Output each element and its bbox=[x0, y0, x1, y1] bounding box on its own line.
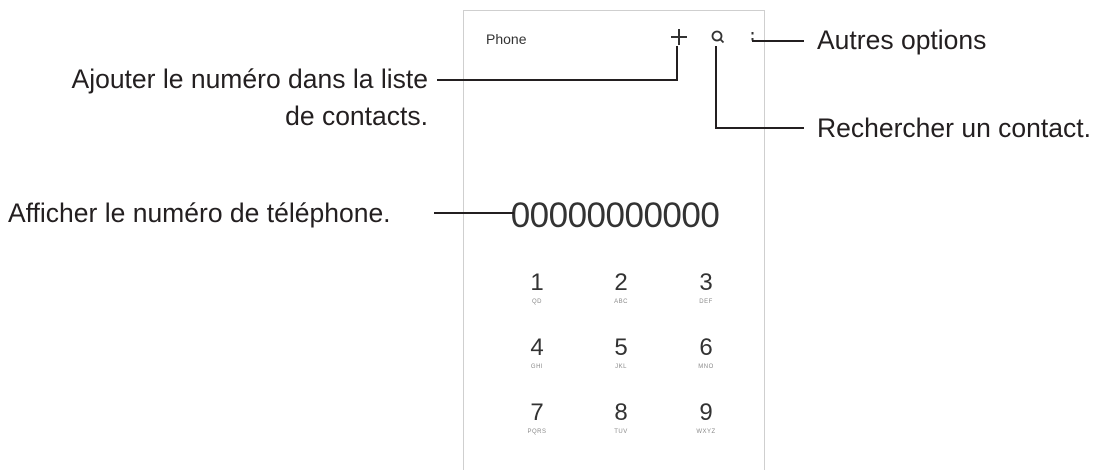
dial-key-5[interactable]: 5 JKL bbox=[591, 334, 651, 390]
key-digit: 9 bbox=[699, 399, 713, 426]
key-digit: 4 bbox=[530, 334, 544, 361]
add-contact-button[interactable] bbox=[667, 25, 691, 49]
key-letters: TUV bbox=[614, 429, 628, 435]
callout-line-show-number bbox=[434, 212, 514, 214]
phone-number-display: 00000000000 bbox=[510, 196, 720, 235]
callout-line-search-h bbox=[715, 127, 804, 129]
plus-icon bbox=[671, 29, 687, 45]
dial-key-2[interactable]: 2 ABC bbox=[591, 269, 651, 325]
dial-key-8[interactable]: 8 TUV bbox=[591, 399, 651, 455]
callout-line-add-contact-v bbox=[676, 46, 678, 81]
dial-key-3[interactable]: 3 DEF bbox=[676, 269, 736, 325]
key-digit: 2 bbox=[614, 269, 628, 296]
key-letters: MNO bbox=[698, 364, 714, 370]
callout-add-contact-line1: Ajouter le numéro dans la liste bbox=[71, 64, 428, 94]
key-letters: QD bbox=[532, 299, 542, 305]
key-letters: JKL bbox=[615, 364, 627, 370]
key-digit: 1 bbox=[530, 269, 544, 296]
callout-search-contact: Rechercher un contact. bbox=[817, 113, 1091, 143]
dial-key-9[interactable]: 9 WXYZ bbox=[676, 399, 736, 455]
more-vertical-icon bbox=[751, 32, 754, 41]
dial-key-1[interactable]: 1 QD bbox=[507, 269, 567, 325]
key-digit: 6 bbox=[699, 334, 713, 361]
key-digit: 8 bbox=[614, 399, 628, 426]
app-title: Phone bbox=[486, 31, 527, 47]
key-digit: 5 bbox=[614, 334, 628, 361]
callout-line-search-v bbox=[715, 46, 717, 129]
search-icon bbox=[711, 30, 725, 44]
key-digit: 3 bbox=[699, 269, 713, 296]
search-button[interactable] bbox=[706, 25, 730, 49]
dial-key-7[interactable]: 7 PQRS bbox=[507, 399, 567, 455]
callout-more-options: Autres options bbox=[817, 25, 987, 55]
key-letters: PQRS bbox=[527, 429, 547, 435]
callout-line-add-contact-h bbox=[437, 79, 678, 81]
key-letters: DEF bbox=[699, 299, 713, 305]
callout-add-contact-line2: de contacts. bbox=[285, 101, 428, 131]
more-options-button[interactable] bbox=[741, 25, 765, 49]
dial-key-6[interactable]: 6 MNO bbox=[676, 334, 736, 390]
dial-key-4[interactable]: 4 GHI bbox=[507, 334, 567, 390]
key-letters: ABC bbox=[614, 299, 628, 305]
key-letters: WXYZ bbox=[696, 429, 716, 435]
callout-show-number: Afficher le numéro de téléphone. bbox=[8, 198, 391, 228]
key-letters: GHI bbox=[530, 364, 544, 370]
callout-line-more-options bbox=[752, 40, 804, 42]
key-digit: 7 bbox=[530, 399, 544, 426]
